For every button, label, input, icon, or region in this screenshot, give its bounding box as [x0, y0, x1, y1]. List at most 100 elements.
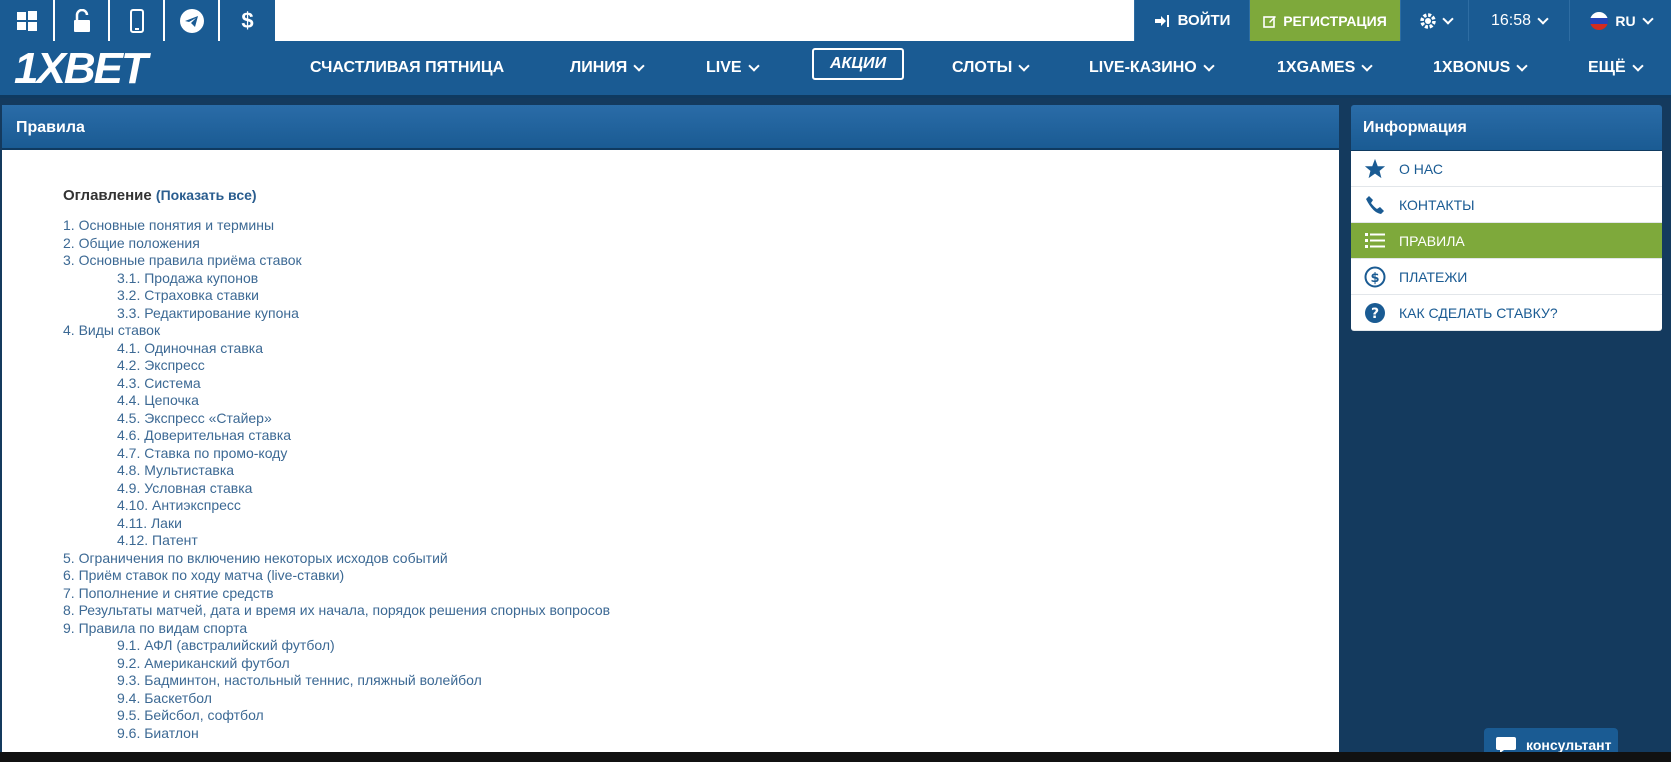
table-of-contents: Оглавление (Показать все) 1. Основные по… — [63, 187, 610, 742]
gear-icon — [1419, 12, 1436, 29]
chat-icon — [1496, 737, 1516, 753]
list-icon — [1363, 229, 1387, 253]
nav-more[interactable]: ЕЩЁ — [1588, 41, 1644, 95]
toc-link[interactable]: 4.10. Антиэкспресс — [63, 497, 610, 515]
nav-label: ЛИНИЯ — [570, 59, 628, 76]
time-display: 16:58 — [1490, 11, 1532, 29]
nav-label: СЧАСТЛИВАЯ ПЯТНИЦА — [310, 59, 505, 76]
chevron-down-icon — [1361, 60, 1373, 72]
nav-line[interactable]: ЛИНИЯ — [570, 41, 645, 95]
nav-live-casino[interactable]: LIVE-КАЗИНО — [1089, 41, 1215, 95]
toc-link[interactable]: 4.12. Патент — [63, 532, 610, 550]
toc-link[interactable]: 4.2. Экспресс — [63, 357, 610, 375]
chevron-down-icon — [1516, 60, 1529, 72]
toc-link[interactable]: 4.1. Одиночная ставка — [63, 340, 610, 358]
top-bar: $ ВОЙТИ РЕГИСТРАЦИЯ 16:58 RU — [0, 0, 1671, 41]
language-selector[interactable]: RU — [1569, 0, 1671, 41]
toc-link[interactable]: 4.7. Ставка по промо-коду — [63, 445, 610, 463]
nav-slots[interactable]: СЛОТЫ — [952, 41, 1030, 95]
sidebar-item-contacts[interactable]: КОНТАКТЫ — [1351, 187, 1662, 223]
svg-text:$: $ — [1370, 271, 1379, 286]
toc-link[interactable]: 5. Ограничения по включению некоторых ис… — [63, 550, 610, 568]
login-icon — [1154, 14, 1169, 27]
toc-link[interactable]: 7. Пополнение и снятие средств — [63, 585, 610, 603]
chevron-down-icon — [1632, 60, 1644, 72]
toc-link[interactable]: 4.11. Лаки — [63, 515, 610, 533]
edit-icon — [1263, 15, 1277, 28]
nav-label: 1XGAMES — [1277, 59, 1356, 76]
nav-label: LIVE-КАЗИНО — [1089, 59, 1197, 76]
toc-heading: Оглавление (Показать все) — [63, 187, 610, 204]
toc-link[interactable]: 9.4. Баскетбол — [63, 690, 610, 708]
register-button[interactable]: РЕГИСТРАЦИЯ — [1249, 0, 1400, 41]
phone-icon — [1363, 193, 1387, 217]
mobile-icon[interactable] — [110, 0, 165, 41]
toc-link[interactable]: 4.9. Условная ставка — [63, 480, 610, 498]
nav-label: 1XBONUS — [1433, 59, 1511, 76]
toc-list: 1. Основные понятия и термины 2. Общие по… — [63, 217, 610, 742]
language-label: RU — [1615, 12, 1636, 29]
toc-link[interactable]: 3.3. Редактирование купона — [63, 305, 610, 323]
toc-link[interactable]: 3.2. Страховка ставки — [63, 287, 610, 305]
sidebar-item-how-to-bet[interactable]: ? КАК СДЕЛАТЬ СТАВКУ? — [1351, 295, 1662, 331]
nav-label: ЕЩЁ — [1588, 59, 1626, 76]
sidebar-item-label: ПЛАТЕЖИ — [1399, 268, 1468, 285]
unlock-icon[interactable] — [55, 0, 110, 41]
toc-link[interactable]: 9.3. Бадминтон, настольный теннис, пляжн… — [63, 672, 610, 690]
chevron-down-icon — [1018, 60, 1030, 72]
chevron-down-icon — [1537, 12, 1549, 25]
login-button[interactable]: ВОЙТИ — [1134, 0, 1249, 41]
toc-link[interactable]: 1. Основные понятия и термины — [63, 217, 610, 235]
logo-part-bet: BET — [63, 44, 148, 93]
site-logo[interactable]: 1XBET — [14, 44, 148, 93]
toc-link[interactable]: 4.5. Экспресс «Стайер» — [63, 410, 610, 428]
settings-button[interactable] — [1400, 0, 1468, 41]
toc-link[interactable]: 8. Результаты матчей, дата и время их на… — [63, 602, 610, 620]
sidebar-item-about[interactable]: О НАС — [1351, 151, 1662, 187]
top-account-bar: ВОЙТИ РЕГИСТРАЦИЯ 16:58 RU — [1134, 0, 1671, 41]
nav-label: АКЦИИ — [830, 55, 887, 72]
nav-label: СЛОТЫ — [952, 59, 1013, 76]
time-selector[interactable]: 16:58 — [1468, 0, 1569, 41]
toc-link[interactable]: 9.6. Биатлон — [63, 725, 610, 743]
toc-link[interactable]: 4.4. Цепочка — [63, 392, 610, 410]
svg-text:?: ? — [1371, 306, 1379, 322]
nav-1xbonus[interactable]: 1XBONUS — [1433, 41, 1529, 95]
nav-label: LIVE — [706, 59, 742, 76]
toc-link[interactable]: 9.5. Бейсбол, софтбол — [63, 707, 610, 725]
nav-promotions[interactable]: АКЦИИ — [812, 48, 905, 80]
toc-link[interactable]: 4.6. Доверительная ставка — [63, 427, 610, 445]
consultant-label: консультант — [1526, 737, 1612, 753]
toc-link[interactable]: 3. Основные правила приёма ставок — [63, 252, 610, 270]
chevron-down-icon — [1203, 60, 1215, 72]
telegram-icon[interactable] — [165, 0, 220, 41]
chevron-down-icon — [747, 60, 760, 72]
sidebar-item-rules[interactable]: ПРАВИЛА — [1351, 223, 1662, 259]
toc-link[interactable]: 4.3. Система — [63, 375, 610, 393]
toc-link[interactable]: 9.1. АФЛ (австралийский футбол) — [63, 637, 610, 655]
nav-live[interactable]: LIVE — [706, 41, 760, 95]
sidebar-item-payments[interactable]: $ ПЛАТЕЖИ — [1351, 259, 1662, 295]
toc-link[interactable]: 4.8. Мультиставка — [63, 462, 610, 480]
bottom-edge — [0, 752, 1671, 762]
sidebar-item-label: КАК СДЕЛАТЬ СТАВКУ? — [1399, 304, 1558, 321]
toc-link[interactable]: 4. Виды ставок — [63, 322, 610, 340]
toc-link[interactable]: 6. Приём ставок по ходу матча (live-став… — [63, 567, 610, 585]
dollar-icon[interactable]: $ — [220, 0, 275, 41]
sidebar-item-label: ПРАВИЛА — [1399, 232, 1465, 249]
sidebar-item-label: О НАС — [1399, 160, 1444, 177]
nav-1xgames[interactable]: 1XGAMES — [1277, 41, 1373, 95]
login-label: ВОЙТИ — [1177, 12, 1231, 29]
windows-icon[interactable] — [0, 0, 55, 41]
toc-link[interactable]: 9. Правила по видам спорта — [63, 620, 610, 638]
rules-panel-title: Правила — [2, 105, 1339, 150]
russia-flag-icon — [1590, 11, 1609, 30]
toc-link[interactable]: 2. Общие положения — [63, 235, 610, 253]
rules-panel: Правила Оглавление (Показать все) 1. Осн… — [2, 105, 1339, 762]
toc-link[interactable]: 3.1. Продажа купонов — [63, 270, 610, 288]
toc-title: Оглавление — [63, 187, 152, 204]
sidebar-item-label: КОНТАКТЫ — [1399, 196, 1475, 213]
nav-lucky-friday[interactable]: СЧАСТЛИВАЯ ПЯТНИЦА — [310, 41, 504, 95]
toc-link[interactable]: 9.2. Американский футбол — [63, 655, 610, 673]
toc-show-all-link[interactable]: (Показать все) — [156, 187, 257, 203]
